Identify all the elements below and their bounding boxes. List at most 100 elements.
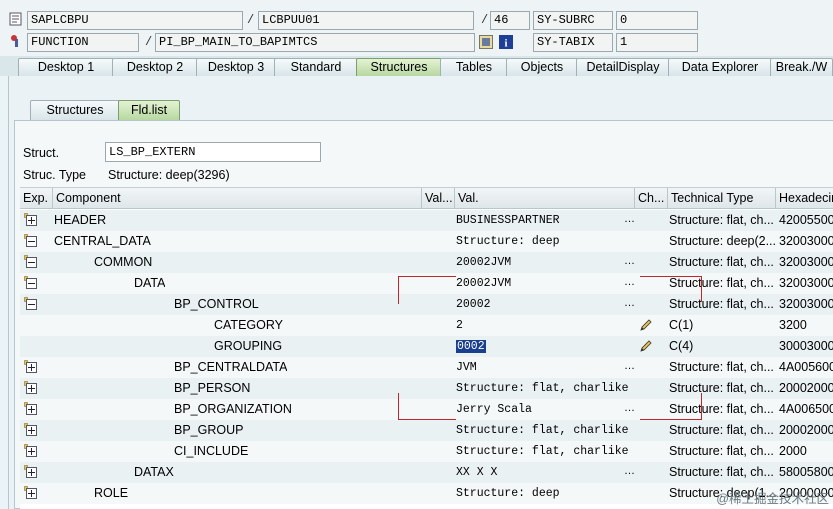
- tab-data-explorer[interactable]: Data Explorer: [668, 58, 772, 76]
- value-cell[interactable]: JVM: [456, 357, 632, 378]
- function-icon: [9, 34, 23, 48]
- column-header-changeable[interactable]: Ch...: [635, 188, 668, 209]
- value-cell[interactable]: Structure: flat, charlike: [456, 420, 632, 441]
- tab-structures[interactable]: Structures: [356, 58, 442, 76]
- value-cell[interactable]: Jerry Scala: [456, 399, 632, 420]
- value-cell[interactable]: 20002JVM: [456, 273, 632, 294]
- expand-icon[interactable]: [24, 213, 37, 226]
- table-row[interactable]: CATEGORY 2 C(1) 3200: [20, 315, 833, 336]
- value-cell[interactable]: XX X X: [456, 462, 632, 483]
- program-field[interactable]: SAPLCBPU: [27, 11, 243, 30]
- hex-cell: 32003000: [779, 297, 833, 311]
- value-cell[interactable]: Structure: deep: [456, 231, 632, 252]
- column-header-val-short[interactable]: Val...: [422, 188, 455, 209]
- collapse-icon[interactable]: [24, 255, 37, 268]
- value-cell[interactable]: 0002: [456, 336, 632, 357]
- tab-standard[interactable]: Standard: [274, 58, 358, 76]
- subtab-structures[interactable]: Structures: [30, 100, 120, 120]
- table-row[interactable]: BP_CONTROL 20002… Structure: flat, ch... 32…: [20, 294, 833, 315]
- collapse-icon[interactable]: [24, 234, 37, 247]
- collapse-icon[interactable]: [24, 276, 37, 289]
- value-cell[interactable]: 20002JVM: [456, 252, 632, 273]
- field-list-grid: Exp. Component Val... Val. Ch... Technic…: [20, 187, 833, 509]
- pencil-icon[interactable]: [639, 318, 653, 333]
- component-cell: DATA: [134, 276, 166, 290]
- table-row[interactable]: BP_GROUP Structure: flat, charlike Structu…: [20, 420, 833, 441]
- annotation-line: [701, 393, 702, 420]
- technical-type-cell: Structure: flat, ch...: [669, 213, 774, 227]
- hex-cell: 2000: [779, 444, 807, 458]
- overflow-ellipsis[interactable]: …: [624, 276, 636, 288]
- table-row[interactable]: COMMON 20002JVM… Structure: flat, ch... 320…: [20, 252, 833, 273]
- technical-type-cell: Structure: flat, ch...: [669, 444, 774, 458]
- technical-type-cell: Structure: flat, ch...: [669, 297, 774, 311]
- overflow-ellipsis[interactable]: …: [624, 360, 636, 372]
- technical-type-cell: Structure: flat, ch...: [669, 423, 774, 437]
- component-cell: GROUPING: [214, 339, 283, 353]
- struct-input[interactable]: LS_BP_EXTERN: [105, 142, 321, 162]
- table-row[interactable]: CI_INCLUDE Structure: flat, charlike Struc…: [20, 441, 833, 462]
- overflow-ellipsis[interactable]: …: [624, 465, 636, 477]
- line-field[interactable]: 46: [490, 11, 530, 30]
- tab-desktop-3[interactable]: Desktop 3: [196, 58, 276, 76]
- overflow-ellipsis[interactable]: …: [624, 213, 636, 225]
- expand-icon[interactable]: [24, 444, 37, 457]
- column-header-component[interactable]: Component: [53, 188, 422, 209]
- table-row[interactable]: GROUPING 0002 C(4) 30003000: [20, 336, 833, 357]
- table-row[interactable]: CENTRAL_DATA Structure: deep Structure: de…: [20, 231, 833, 252]
- display-source-icon[interactable]: [479, 35, 493, 49]
- pencil-icon[interactable]: [639, 339, 653, 354]
- value-cell[interactable]: Structure: flat, charlike: [456, 441, 632, 462]
- collapse-icon[interactable]: [24, 297, 37, 310]
- tab-desktop-1[interactable]: Desktop 1: [18, 58, 114, 76]
- event-type-field[interactable]: FUNCTION: [27, 33, 139, 52]
- table-row[interactable]: DATAX XX X X… Structure: flat, ch... 580058…: [20, 462, 833, 483]
- tab-desktop-2[interactable]: Desktop 2: [112, 58, 198, 76]
- technical-type-cell: Structure: flat, ch...: [669, 360, 774, 374]
- subtab-field-list[interactable]: Fld.list: [118, 100, 180, 120]
- column-header-exp[interactable]: Exp.: [20, 188, 53, 209]
- annotation-line: [398, 276, 456, 277]
- column-header-val[interactable]: Val.: [455, 188, 635, 209]
- tab-objects[interactable]: Objects: [506, 58, 578, 76]
- tab-breakpoints-watchpoints[interactable]: Break./W: [770, 58, 833, 76]
- overflow-ellipsis[interactable]: …: [624, 402, 636, 414]
- expand-icon[interactable]: [24, 360, 37, 373]
- struct-type-label: Struc. Type: [23, 168, 86, 182]
- table-row[interactable]: HEADER BUSINESSPARTNER… Structure: flat, c…: [20, 210, 833, 231]
- column-header-hexadecimal[interactable]: Hexadecim: [776, 188, 833, 209]
- component-cell: ROLE: [94, 486, 129, 500]
- struct-type-value: Structure: deep(3296): [108, 168, 230, 182]
- table-row[interactable]: BP_ORGANIZATION Jerry Scala… Structure: fl…: [20, 399, 833, 420]
- expand-icon[interactable]: [24, 423, 37, 436]
- subrc-value[interactable]: 0: [616, 11, 698, 30]
- hex-cell: 58005800: [779, 465, 833, 479]
- table-row[interactable]: BP_PERSON Structure: flat, charlike Struct…: [20, 378, 833, 399]
- table-row[interactable]: ROLE Structure: deep Structure: deep(1... 2…: [20, 483, 833, 504]
- expand-icon[interactable]: [24, 381, 37, 394]
- include-field[interactable]: LCBPUU01: [258, 11, 474, 30]
- watermark: @稀土掘金技术社区: [716, 492, 829, 506]
- value-cell[interactable]: Structure: flat, charlike: [456, 378, 632, 399]
- column-header-technical-type[interactable]: Technical Type: [668, 188, 776, 209]
- hex-cell: 4A005600: [779, 360, 833, 374]
- annotation-line: [398, 393, 399, 420]
- expand-icon[interactable]: [24, 465, 37, 478]
- info-icon[interactable]: i: [499, 35, 513, 50]
- event-name-field[interactable]: PI_BP_MAIN_TO_BAPIMTCS: [155, 33, 475, 52]
- tabix-value[interactable]: 1: [616, 33, 698, 52]
- component-cell: BP_CONTROL: [174, 297, 259, 311]
- selected-value[interactable]: 0002: [456, 340, 486, 353]
- technical-type-cell: Structure: flat, ch...: [669, 255, 774, 269]
- value-cell[interactable]: Structure: deep: [456, 483, 632, 504]
- expand-icon[interactable]: [24, 486, 37, 499]
- expand-icon[interactable]: [24, 402, 37, 415]
- value-cell[interactable]: BUSINESSPARTNER: [456, 210, 632, 231]
- tab-tables[interactable]: Tables: [440, 58, 508, 76]
- value-cell[interactable]: 2: [456, 315, 632, 336]
- table-row[interactable]: BP_CENTRALDATA JVM… Structure: flat, ch...…: [20, 357, 833, 378]
- overflow-ellipsis[interactable]: …: [624, 297, 636, 309]
- tab-detail-display[interactable]: DetailDisplay: [576, 58, 670, 76]
- overflow-ellipsis[interactable]: …: [624, 255, 636, 267]
- value-cell[interactable]: 20002: [456, 294, 632, 315]
